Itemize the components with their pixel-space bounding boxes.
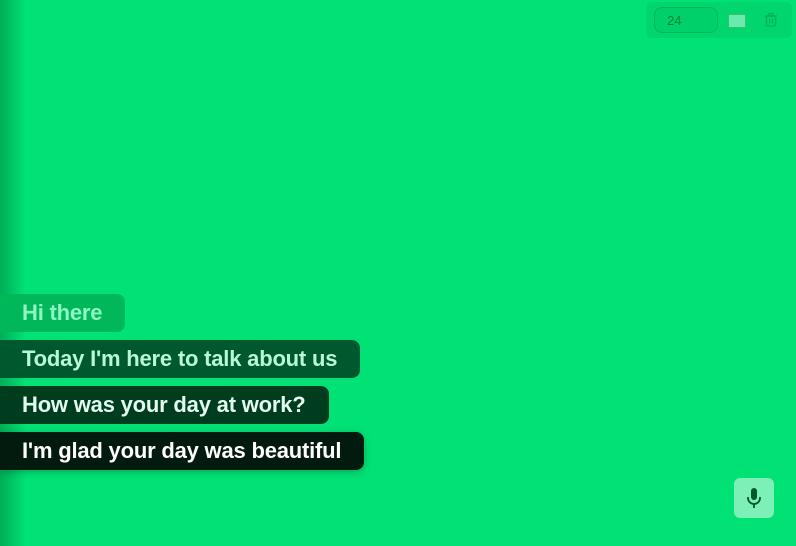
message-text: Hi there: [22, 300, 103, 325]
message-text: How was your day at work?: [22, 392, 306, 417]
font-size-input[interactable]: [654, 7, 718, 33]
message-bubble: I'm glad your day was beautiful: [0, 432, 365, 470]
message-bubble: How was your day at work?: [0, 386, 329, 424]
trash-icon[interactable]: [762, 11, 780, 29]
microphone-button[interactable]: [734, 478, 774, 518]
microphone-icon: [747, 488, 761, 508]
message-text: I'm glad your day was beautiful: [22, 438, 342, 463]
color-swatch-button[interactable]: [728, 14, 746, 28]
message-bubble: Hi there: [0, 294, 126, 332]
toolbar: [646, 2, 792, 38]
message-text: Today I'm here to talk about us: [22, 346, 338, 371]
message-bubble: Today I'm here to talk about us: [0, 340, 361, 378]
